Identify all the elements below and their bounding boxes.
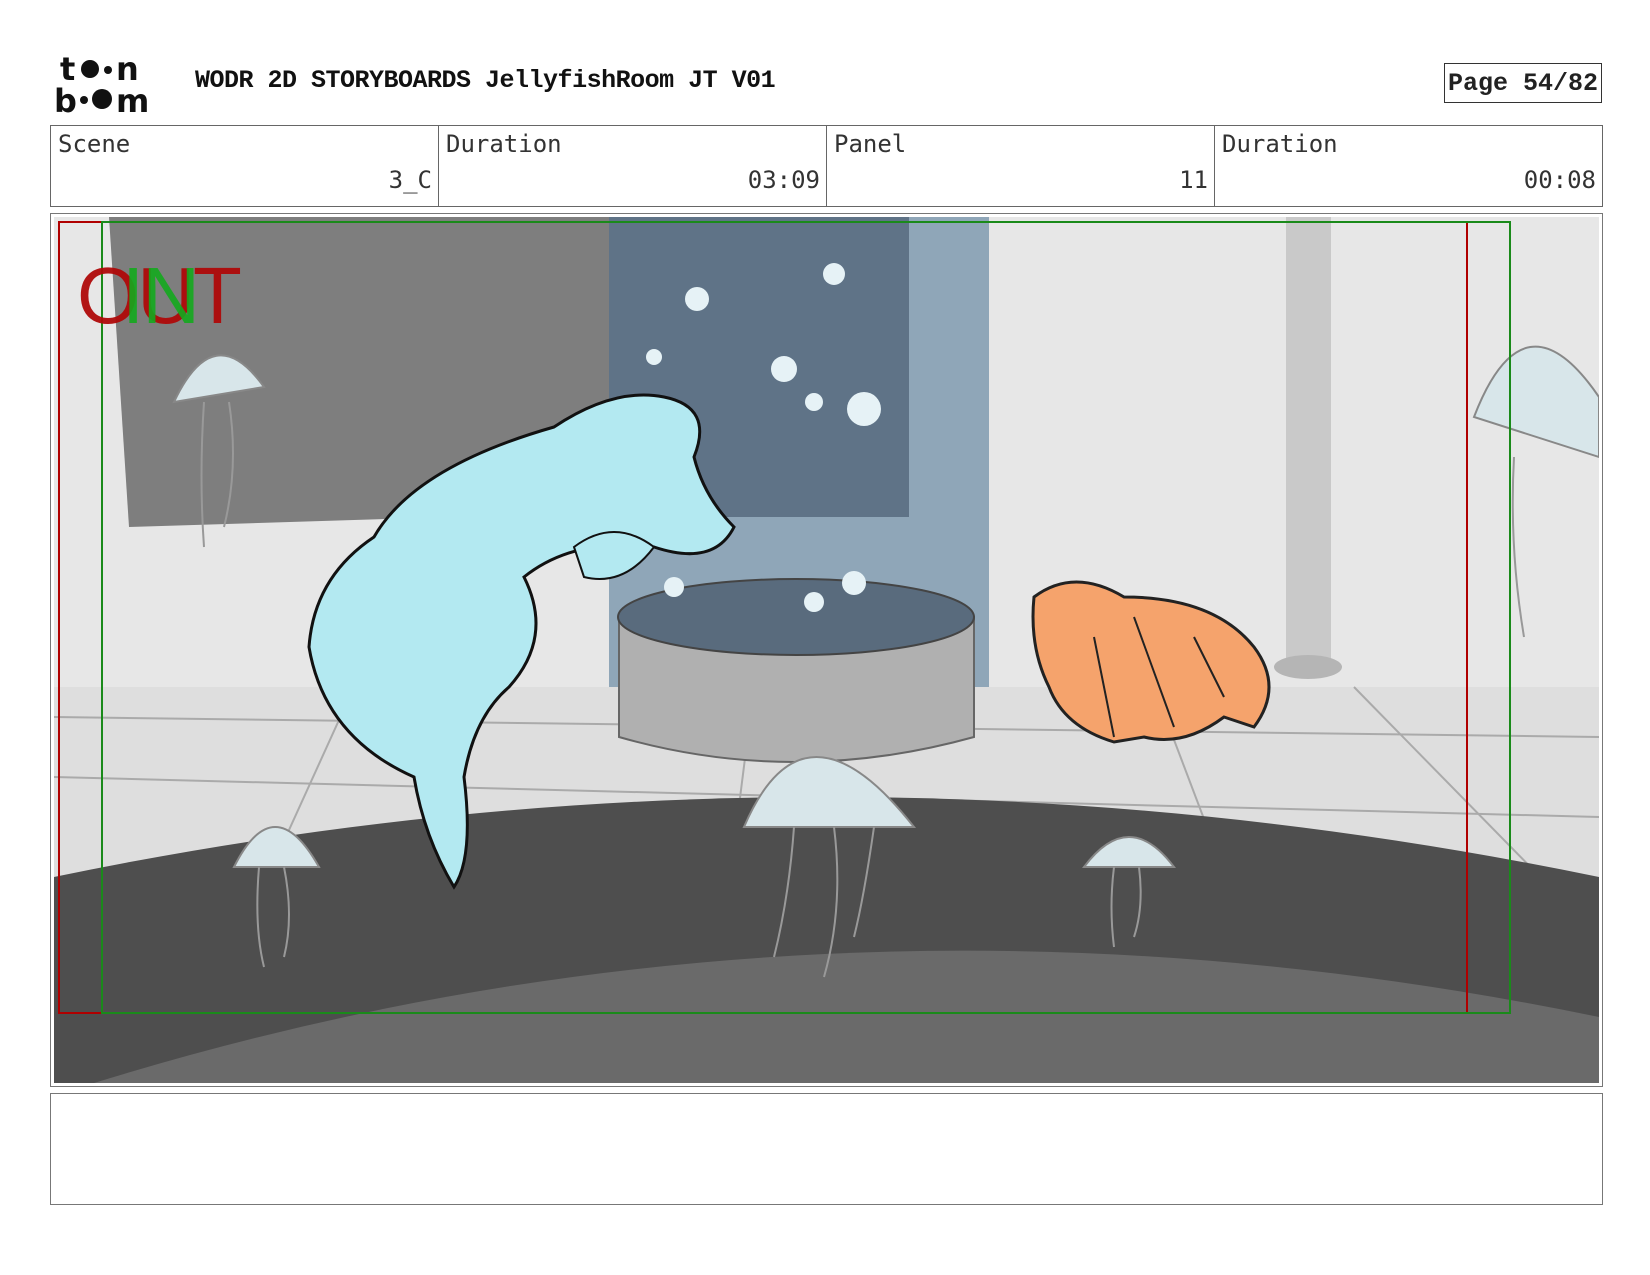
document-title: WODR 2D STORYBOARDS JellyfishRoom JT V01	[195, 66, 776, 95]
storyboard-drawing	[54, 217, 1599, 1083]
panel-label: Panel	[834, 130, 907, 158]
panel-value: 11	[1179, 166, 1208, 194]
toon-boom-logo: t n b m	[54, 52, 149, 114]
panel-cell: Panel 11	[827, 126, 1215, 206]
svg-text:m: m	[116, 82, 149, 114]
scene-duration-label: Duration	[446, 130, 562, 158]
scene-cell: Scene 3_C	[51, 126, 439, 206]
page-number: Page 54/82	[1444, 63, 1602, 103]
scene-label: Scene	[58, 130, 131, 158]
svg-text:b: b	[54, 82, 77, 114]
panel-duration-cell: Duration 00:08	[1215, 126, 1602, 206]
scene-duration-cell: Duration 03:09	[439, 126, 827, 206]
pillar	[1286, 217, 1331, 667]
panel-notes-box	[50, 1093, 1603, 1205]
panel-info-table: Scene 3_C Duration 03:09 Panel 11 Durati…	[50, 125, 1603, 207]
in-frame-label: IN	[122, 251, 200, 340]
scene-value: 3_C	[388, 166, 432, 194]
panel-duration-value: 00:08	[1523, 166, 1596, 194]
scene-duration-value: 03:09	[747, 166, 820, 194]
panel-duration-label: Duration	[1222, 130, 1338, 158]
